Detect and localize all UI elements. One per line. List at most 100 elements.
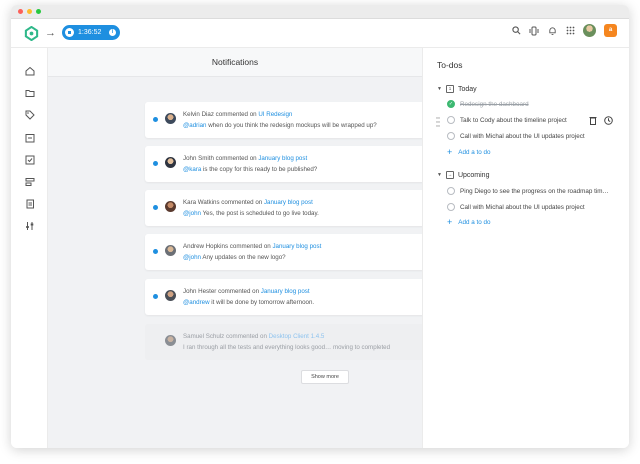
todo-item[interactable]: Call with Michal about the UI updates pr… (447, 132, 585, 140)
checkbox[interactable] (447, 203, 455, 211)
plus-icon: + (447, 217, 453, 227)
calendar-day-icon: 1 (445, 85, 454, 93)
comment-text: when do you think the redesign mockups w… (206, 122, 377, 129)
checkbox[interactable] (447, 132, 455, 140)
forward-arrow-icon[interactable]: → (45, 27, 56, 40)
notification-item[interactable]: John Hester commented on January blog po… (145, 279, 425, 315)
target-link[interactable]: January blog post (272, 243, 321, 250)
avatar (165, 335, 176, 346)
avatar (165, 245, 176, 256)
notification-item[interactable]: John Smith commented on January blog pos… (145, 146, 425, 182)
comment-text: it will be done by tomorrow afternoon. (209, 299, 315, 306)
trash-icon[interactable] (589, 116, 597, 125)
notifications-panel: Notifications Kelvin Diaz commented on U… (48, 48, 425, 448)
section-upcoming[interactable]: ▼ → Upcoming (437, 171, 489, 179)
target-link[interactable]: January blog post (258, 155, 307, 162)
add-todo-button[interactable]: + Add a to do (447, 147, 491, 157)
caret-down-icon[interactable]: ▼ (437, 172, 442, 178)
notification-item[interactable]: Andrew Hopkins commented on January blog… (145, 234, 425, 270)
todo-text: Ping Diego to see the progress on the ro… (460, 187, 609, 195)
comment-verb: commented on (216, 288, 261, 295)
section-today[interactable]: ▼ 1 Today (437, 85, 477, 93)
comment-text: is the copy for this ready to be publish… (201, 166, 318, 173)
todo-item[interactable]: Ping Diego to see the progress on the ro… (447, 187, 609, 195)
mention-link[interactable]: @kara (183, 166, 201, 173)
app-logo-icon[interactable] (24, 26, 39, 41)
target-link[interactable]: January blog post (261, 288, 310, 295)
add-todo-button[interactable]: + Add a to do (447, 217, 490, 227)
drag-handle-icon[interactable] (436, 117, 440, 127)
folder-icon[interactable] (24, 87, 35, 98)
comment-verb: commented on (224, 333, 269, 340)
comment-verb: commented on (228, 243, 273, 250)
sidebar (11, 48, 48, 448)
commenter-name: John Smith (183, 155, 214, 162)
comment-text: Yes, the post is scheduled to go live to… (200, 210, 319, 217)
mention-link[interactable]: @john (183, 254, 201, 261)
tag-icon[interactable] (24, 109, 35, 120)
user-avatar[interactable] (583, 24, 596, 37)
focus-icon[interactable] (529, 26, 539, 36)
workspace-badge[interactable]: a (604, 24, 617, 37)
avatar (165, 157, 176, 168)
avatar (165, 201, 176, 212)
mention-link[interactable]: @adrian (183, 122, 206, 129)
timer-value: 1:36:52 (78, 29, 102, 36)
apps-grid-icon[interactable] (565, 26, 575, 36)
section-label: Upcoming (457, 171, 490, 179)
comment-text: Any updates on the new logo? (200, 254, 286, 261)
app-window: → 1:36:52 i a Notifications Kelvin Diaz … (11, 5, 629, 448)
calendar-icon[interactable] (24, 132, 35, 143)
commenter-name: Andrew Hopkins (183, 243, 229, 250)
mention-link[interactable]: @john (183, 210, 201, 217)
search-icon[interactable] (511, 26, 521, 36)
caret-down-icon[interactable]: ▼ (437, 86, 442, 92)
mention-link[interactable]: @andrew (183, 299, 210, 306)
checkbox[interactable] (447, 187, 455, 195)
notification-item[interactable]: Kelvin Diaz commented on UI Redesign @ad… (145, 102, 425, 138)
checkbox[interactable] (447, 116, 455, 124)
stop-timer-icon[interactable] (65, 28, 74, 37)
comment-verb: commented on (219, 199, 264, 206)
top-bar: → 1:36:52 i a (11, 19, 629, 48)
timer-pill[interactable]: 1:36:52 i (62, 25, 120, 40)
avatar (165, 290, 176, 301)
bell-icon[interactable] (547, 26, 557, 36)
section-label: Today (457, 85, 477, 93)
todo-text: Call with Michal about the UI updates pr… (460, 203, 585, 211)
show-more-button[interactable]: Show more (301, 370, 349, 384)
title-bar (11, 5, 629, 19)
plus-icon: + (447, 147, 453, 157)
close-window-button[interactable] (18, 9, 23, 14)
comment-verb: commented on (213, 155, 259, 162)
comment-text: I ran through all the tests and everythi… (183, 344, 391, 351)
check-square-icon[interactable] (24, 154, 35, 165)
todo-item[interactable]: Talk to Cody about the timeline project (447, 116, 567, 124)
notification-item[interactable]: Kara Watkins commented on January blog p… (145, 190, 425, 226)
commenter-name: Kelvin Diaz (183, 111, 214, 118)
todo-item[interactable]: ✓ Redesign the dashboard (447, 100, 529, 108)
timer-info-icon[interactable]: i (109, 29, 116, 36)
target-link[interactable]: UI Redesign (258, 111, 292, 118)
todo-text: Redesign the dashboard (460, 100, 529, 108)
todo-item[interactable]: Call with Michal about the UI updates pr… (447, 203, 585, 211)
clock-icon[interactable] (604, 116, 613, 125)
commenter-name: John Hester (183, 288, 217, 295)
home-icon[interactable] (24, 65, 35, 76)
target-link[interactable]: January blog post (264, 199, 313, 206)
calendar-arrow-icon: → (445, 171, 454, 179)
notification-item[interactable]: Samuel Schulz commented on Desktop Clien… (145, 324, 425, 360)
maximize-window-button[interactable] (36, 9, 41, 14)
comment-verb: commented on (213, 111, 259, 118)
check-icon[interactable]: ✓ (447, 100, 455, 108)
document-icon[interactable] (24, 198, 35, 209)
layers-icon[interactable] (24, 176, 35, 187)
topbar-actions: a (511, 24, 617, 37)
target-link[interactable]: Desktop Client 1.4.5 (269, 333, 325, 340)
todo-text: Call with Michal about the UI updates pr… (460, 132, 585, 140)
commenter-name: Kara Watkins (183, 199, 220, 206)
add-todo-label: Add a to do (458, 148, 491, 156)
unread-dot (153, 117, 158, 122)
settings-sliders-icon[interactable] (24, 220, 35, 231)
minimize-window-button[interactable] (27, 9, 32, 14)
